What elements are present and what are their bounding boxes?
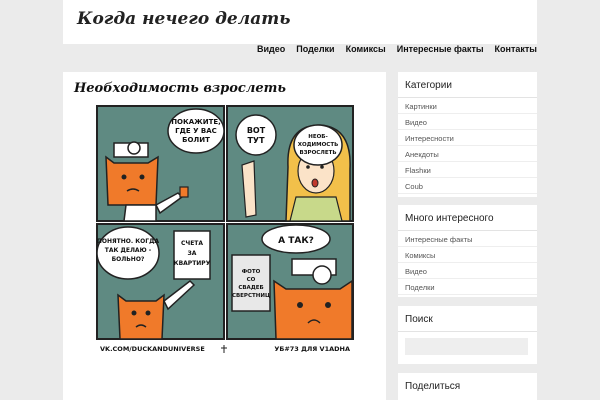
interesting-crafts-link[interactable]: Поделки: [398, 279, 537, 295]
category-pictures[interactable]: Картинки: [398, 98, 537, 114]
categories-title: Категории: [398, 72, 537, 98]
panel2-text-left-line1: ВОТ: [247, 126, 266, 135]
panel1-text-line2: ГДЕ У ВАС: [175, 127, 217, 135]
panel3-text-line1: ПОНЯТНО. КОГДА: [97, 238, 160, 245]
nav-item-crafts[interactable]: Поделки: [296, 44, 334, 58]
interesting-video-link[interactable]: Видео: [398, 263, 537, 279]
panel2-text-right-line2: ХОДИМОСТЬ: [298, 142, 339, 148]
interesting-title: Много интересного: [398, 205, 537, 231]
sidebar-search: Поиск: [398, 306, 537, 364]
panel3-paper-line3: КВАРТИРУ: [174, 260, 211, 267]
search-input[interactable]: [405, 338, 528, 355]
panel4-book-line1: ФОТО: [242, 269, 261, 275]
panel3-text-line3: БОЛЬНО?: [112, 256, 145, 263]
post-content: Необходимость взрослеть ПОКАЖИТЕ, ГДЕ У …: [63, 72, 386, 400]
main-nav: Видео Поделки Комиксы Интересные факты К…: [257, 44, 537, 58]
site-header: Когда нечего делать: [63, 0, 537, 44]
panel1-text-line3: БОЛИТ: [182, 136, 210, 144]
panel2-text-left-line2: ТУТ: [247, 136, 265, 145]
category-interesting[interactable]: Интересности: [398, 130, 537, 146]
panel4-book-line2: СО: [247, 277, 256, 283]
panel2-text-right-line3: ВЗРОСЛЕТЬ: [299, 150, 336, 156]
search-title: Поиск: [398, 306, 537, 332]
panel4-book-line3: СВАДЕБ: [238, 285, 263, 291]
comic-footer-left: VK.COM/DUCKANDUNIVERSE: [100, 345, 205, 353]
category-jokes[interactable]: Анекдоты: [398, 146, 537, 162]
nav-item-contacts[interactable]: Контакты: [495, 44, 537, 58]
panel3-paper-line1: СЧЕТА: [181, 240, 203, 247]
sidebar-categories: Категории Картинки Видео Интересности Ан…: [398, 72, 537, 197]
category-flash[interactable]: Flashки: [398, 162, 537, 178]
panel3-text-line2: ТАК ДЕЛАЮ -: [105, 247, 152, 254]
nav-item-comics[interactable]: Комиксы: [346, 44, 386, 58]
nav-item-video[interactable]: Видео: [257, 44, 285, 58]
panel3-paper-line2: ЗА: [188, 250, 197, 257]
category-coub[interactable]: Coub: [398, 178, 537, 194]
comic-image: ПОКАЖИТЕ, ГДЕ У ВАС БОЛИТ ВОТ ТУТ НЕОБ- …: [96, 105, 354, 400]
interesting-comics-link[interactable]: Комиксы: [398, 247, 537, 263]
panel2-text-right-line1: НЕОБ-: [308, 134, 328, 140]
panel1-text-line1: ПОКАЖИТЕ,: [171, 118, 221, 126]
sidebar-interesting: Много интересного Интересные факты Комик…: [398, 205, 537, 297]
speech-bubble-2: [235, 114, 277, 156]
nav-item-facts[interactable]: Интересные факты: [397, 44, 484, 58]
comic-svg: ПОКАЖИТЕ, ГДЕ У ВАС БОЛИТ ВОТ ТУТ НЕОБ- …: [96, 105, 354, 400]
post-title[interactable]: Необходимость взрослеть: [74, 81, 286, 96]
category-video[interactable]: Видео: [398, 114, 537, 130]
comic-footer-right: УБ#73 ДЛЯ V1ADHA: [274, 345, 350, 353]
sidebar-share: Поделиться: [398, 373, 537, 400]
panel4-book-line4: СВЕРСТНИЦ: [232, 293, 270, 299]
wedding-photos-book: [231, 254, 271, 312]
interesting-facts-link[interactable]: Интересные факты: [398, 231, 537, 247]
panel4-text: А ТАК?: [278, 236, 314, 246]
site-title[interactable]: Когда нечего делать: [77, 9, 290, 29]
share-title: Поделиться: [405, 381, 461, 392]
